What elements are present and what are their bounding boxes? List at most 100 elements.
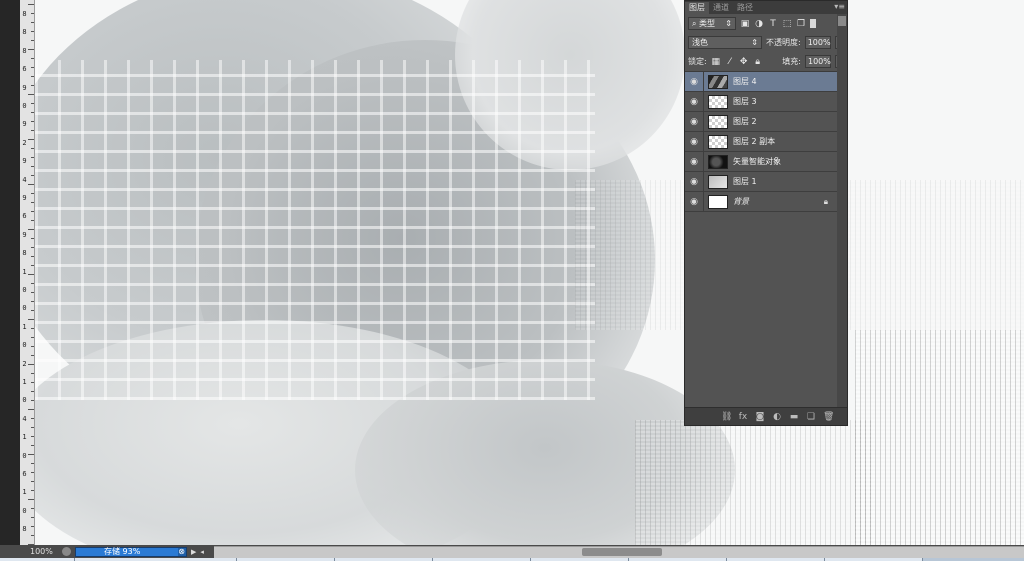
- opacity-field[interactable]: 100%: [804, 36, 831, 49]
- ruler-label: 6: [22, 65, 27, 74]
- ruler-label: 1: [22, 378, 27, 386]
- lock-label: 锁定:: [688, 57, 707, 66]
- ruler-tick: [31, 427, 34, 428]
- filter-pixel-icon[interactable]: ▣: [740, 19, 750, 29]
- filter-toggle-icon[interactable]: [810, 19, 816, 28]
- eye-icon[interactable]: ◉: [685, 197, 703, 207]
- ruler-tick: [31, 112, 34, 113]
- divider: [703, 132, 704, 151]
- ruler-tick: [31, 472, 34, 473]
- zoom-level[interactable]: 100%: [0, 547, 62, 556]
- play-arrow-icon[interactable]: ▶: [191, 548, 196, 556]
- layer-name[interactable]: 图层 3: [733, 96, 757, 107]
- panel-menu-icon[interactable]: ▾≡: [834, 1, 845, 13]
- ruler-tick: [31, 256, 34, 257]
- mask-icon[interactable]: ◙: [755, 412, 765, 422]
- lock-icon: 🔒︎: [823, 196, 828, 206]
- trash-icon[interactable]: 🗑︎: [823, 412, 834, 422]
- tab-channels[interactable]: 通道: [709, 2, 733, 14]
- ruler-label: 1: [22, 433, 27, 442]
- tab-layers[interactable]: 图层: [685, 2, 709, 14]
- document-canvas[interactable]: [35, 0, 1024, 545]
- layer-name[interactable]: 图层 2: [733, 116, 757, 127]
- ruler-label: 8: [22, 28, 27, 37]
- ruler-tick: [31, 445, 34, 446]
- ruler-label: 0: [22, 304, 27, 313]
- document-info-icon[interactable]: [62, 547, 71, 556]
- folder-icon[interactable]: ▬: [789, 412, 799, 422]
- ruler-tick: [31, 13, 34, 14]
- opacity-value: 100%: [807, 38, 831, 47]
- link-icon[interactable]: ⛓: [721, 412, 732, 422]
- lock-all-icon[interactable]: 🔒︎: [753, 57, 763, 67]
- fx-icon[interactable]: fx: [738, 412, 748, 422]
- adjustment-icon[interactable]: ◐: [772, 412, 782, 422]
- new-layer-icon[interactable]: ❏: [806, 412, 816, 422]
- layer-row[interactable]: ◉ 图层 1: [685, 172, 838, 192]
- blend-mode-dropdown[interactable]: 浅色 ⇕: [688, 36, 762, 49]
- layer-row[interactable]: ◉ 图层 2 副本: [685, 132, 838, 152]
- ruler-label: 0: [22, 506, 27, 515]
- fill-field[interactable]: 100%: [805, 55, 831, 68]
- layer-row[interactable]: ◉ 图层 3: [685, 92, 838, 112]
- ruler-tick: [31, 346, 34, 347]
- filter-adjustment-icon[interactable]: ◑: [754, 19, 764, 29]
- chevron-updown-icon: ⇕: [725, 19, 732, 28]
- ruler-tick: [31, 121, 34, 122]
- layer-name[interactable]: 图层 1: [733, 176, 757, 187]
- filter-smart-object-icon[interactable]: ❐: [796, 19, 806, 29]
- filter-shape-icon[interactable]: ⬚: [782, 19, 792, 29]
- divider: [703, 172, 704, 191]
- layer-row[interactable]: ◉ 图层 4: [685, 72, 838, 92]
- layer-name[interactable]: 矢量智能对象: [733, 156, 781, 167]
- layer-name[interactable]: 背景: [733, 196, 749, 207]
- lock-transparent-icon[interactable]: ▦: [711, 57, 721, 67]
- eye-icon[interactable]: ◉: [685, 77, 703, 87]
- lock-brush-icon[interactable]: ⁄: [725, 57, 735, 67]
- fill-value: 100%: [808, 57, 831, 66]
- divider: [703, 112, 704, 131]
- scrollbar-thumb[interactable]: [582, 547, 662, 556]
- ruler-label: 9: [22, 120, 27, 129]
- filter-type-icon[interactable]: T: [768, 19, 778, 29]
- eye-icon[interactable]: ◉: [685, 117, 703, 127]
- scrollbar-thumb[interactable]: [838, 16, 846, 26]
- eye-icon[interactable]: ◉: [685, 97, 703, 107]
- ruler-tick: [31, 328, 34, 329]
- ruler-tick: [31, 67, 34, 68]
- layer-thumbnail: [708, 134, 728, 149]
- scroll-left-icon[interactable]: ◂: [200, 548, 204, 556]
- ruler-tick: [31, 166, 34, 167]
- ruler-label: 1: [22, 267, 27, 276]
- layer-name[interactable]: 图层 2 副本: [733, 136, 775, 147]
- ruler-tick: [31, 400, 34, 401]
- ruler-tick: [28, 274, 34, 275]
- eye-icon[interactable]: ◉: [685, 137, 703, 147]
- lock-position-icon[interactable]: ✥: [739, 57, 749, 67]
- panel-scrollbar[interactable]: [837, 14, 847, 408]
- layer-row[interactable]: ◉ 图层 2: [685, 112, 838, 132]
- ruler-tick: [31, 238, 34, 239]
- ruler-tick: [31, 211, 34, 212]
- divider: [703, 72, 704, 91]
- eye-icon[interactable]: ◉: [685, 177, 703, 187]
- layer-thumbnail: [708, 74, 728, 89]
- layer-row[interactable]: ◉ 背景 🔒︎: [685, 192, 838, 212]
- filter-kind-label: 类型: [699, 19, 716, 28]
- eye-icon[interactable]: ◉: [685, 157, 703, 167]
- ruler-tick: [31, 490, 34, 491]
- search-icon: ⌕: [692, 19, 697, 28]
- ruler-label: 1: [22, 322, 27, 331]
- ruler-tick: [31, 193, 34, 194]
- ruler-label: 8: [22, 525, 27, 534]
- tab-paths[interactable]: 路径: [733, 2, 757, 14]
- layer-row[interactable]: ◉ 矢量智能对象: [685, 152, 838, 172]
- layer-thumbnail: [708, 154, 728, 169]
- ruler-tick: [31, 301, 34, 302]
- ruler-tick: [31, 58, 34, 59]
- filter-kind-dropdown[interactable]: ⌕ 类型 ⇕: [688, 17, 736, 30]
- ruler-tick: [31, 85, 34, 86]
- horizontal-scrollbar[interactable]: [213, 545, 1024, 558]
- layer-name[interactable]: 图层 4: [733, 76, 757, 87]
- cancel-icon[interactable]: ⊗: [178, 547, 185, 556]
